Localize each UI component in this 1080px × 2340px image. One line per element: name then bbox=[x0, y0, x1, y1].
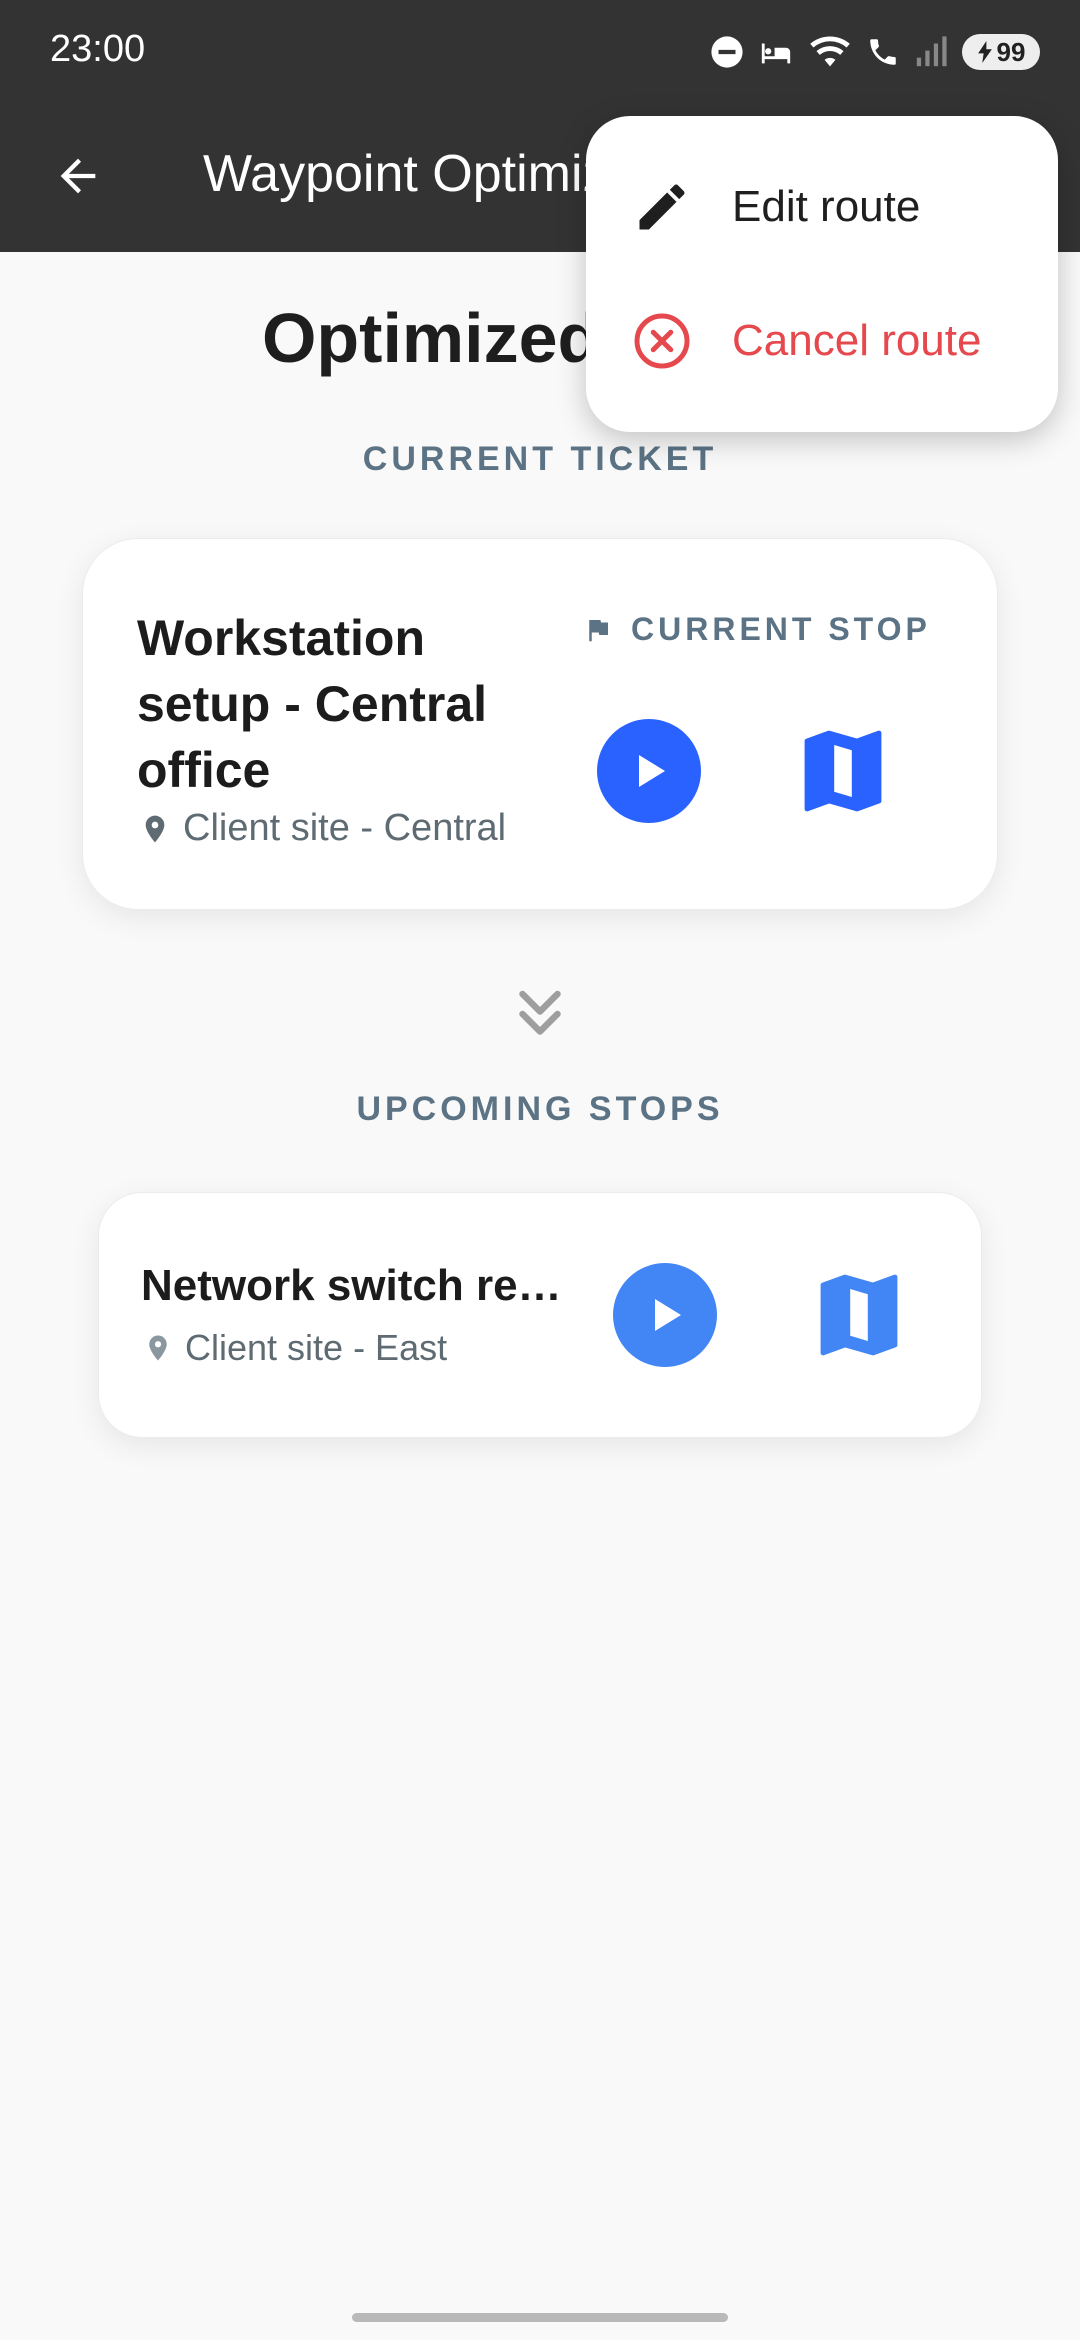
current-stop-badge: CURRENT STOP bbox=[583, 611, 931, 648]
status-icons: 99 bbox=[710, 30, 1040, 74]
upcoming-stop-location: Client site - East bbox=[143, 1327, 447, 1369]
map-icon bbox=[820, 1274, 898, 1356]
battery-level: 99 bbox=[996, 36, 1026, 67]
status-time: 23:00 bbox=[50, 28, 146, 70]
current-ticket-label: CURRENT TICKET bbox=[362, 440, 718, 478]
status-bar: 23:00 99 bbox=[0, 0, 1080, 100]
arrow-left-icon bbox=[60, 158, 96, 194]
menu-item-cancel-route[interactable]: Cancel route bbox=[586, 276, 1058, 406]
open-map-button[interactable] bbox=[807, 1263, 911, 1367]
overflow-menu: Edit route Cancel route bbox=[586, 116, 1058, 432]
open-map-button[interactable] bbox=[791, 719, 895, 823]
flag-icon bbox=[589, 619, 608, 641]
upcoming-stop-location-label: Client site - East bbox=[185, 1327, 448, 1368]
sleep-icon bbox=[761, 43, 791, 64]
charging-bolt-icon bbox=[977, 41, 992, 63]
menu-item-edit-route[interactable]: Edit route bbox=[586, 142, 1058, 272]
upcoming-stop-title: Network switch re… bbox=[141, 1261, 562, 1310]
upcoming-stops-label: UPCOMING STOPS bbox=[356, 1090, 724, 1128]
start-navigation-button[interactable] bbox=[597, 719, 701, 823]
menu-item-cancel-route-label: Cancel route bbox=[732, 316, 982, 365]
signal-icon bbox=[916, 36, 947, 67]
menu-item-edit-route-label: Edit route bbox=[732, 182, 921, 231]
location-pin-icon bbox=[149, 1335, 167, 1361]
pencil-icon bbox=[632, 177, 692, 237]
cancel-circle-icon bbox=[632, 311, 692, 371]
battery-icon: 99 bbox=[962, 34, 1040, 70]
home-indicator[interactable] bbox=[352, 2313, 728, 2322]
do-not-disturb-icon bbox=[711, 36, 743, 68]
current-stop-label: CURRENT STOP bbox=[631, 611, 931, 647]
play-icon bbox=[639, 755, 665, 787]
wifi-call-icon bbox=[870, 39, 896, 65]
chevron-double-down-icon bbox=[519, 990, 561, 1035]
current-ticket-title: Workstation setup - Central office bbox=[137, 610, 488, 798]
play-icon bbox=[655, 1299, 681, 1331]
map-icon bbox=[804, 730, 882, 812]
start-stop-button[interactable] bbox=[613, 1263, 717, 1367]
back-button[interactable] bbox=[40, 138, 116, 214]
current-ticket-location-label: Client site - Central bbox=[183, 807, 507, 849]
wifi-icon bbox=[810, 36, 850, 67]
current-ticket-card[interactable]: Workstation setup - Central office Clien… bbox=[82, 538, 998, 910]
current-ticket-location: Client site - Central bbox=[139, 807, 506, 850]
location-pin-icon bbox=[145, 815, 165, 842]
upcoming-stop-card[interactable]: Network switch re… Client site - East bbox=[98, 1192, 982, 1438]
